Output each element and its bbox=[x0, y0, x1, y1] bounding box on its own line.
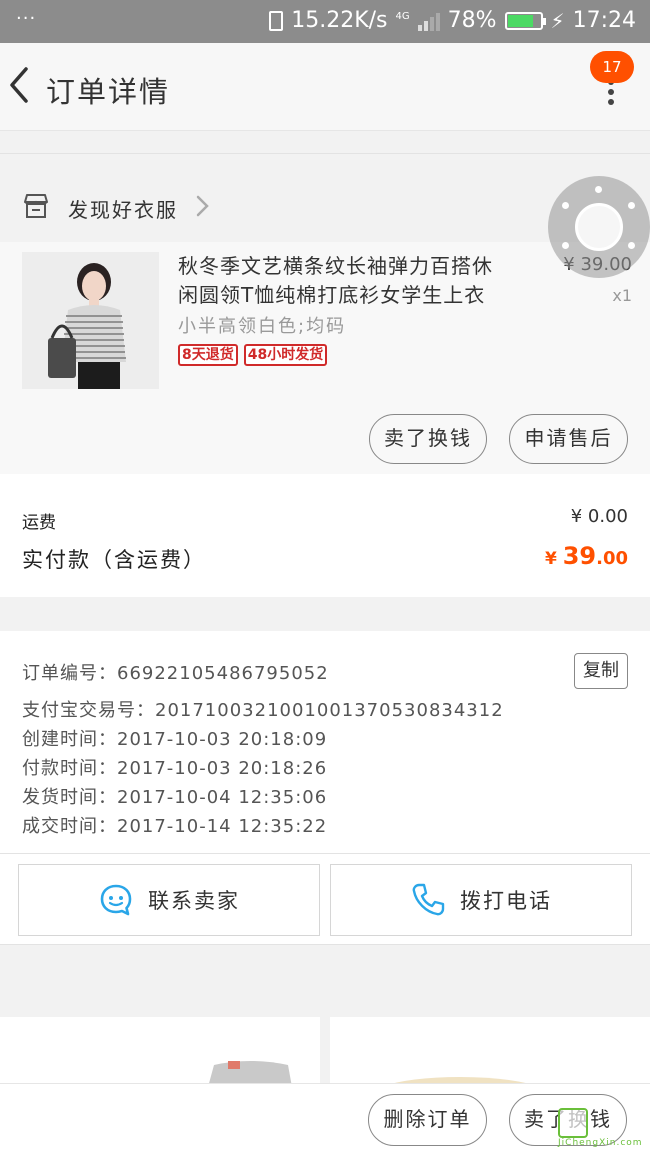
spacer bbox=[0, 131, 650, 153]
product-title-line1: 秋冬季文艺横条纹长袖弹力百搭休 bbox=[178, 254, 493, 278]
more-menu-icon[interactable] bbox=[606, 79, 616, 111]
battery-icon bbox=[504, 11, 546, 30]
alipay-number: 支付宝交易号：2017100321001001370530834312 bbox=[22, 700, 504, 721]
shipping-label: 运费 bbox=[22, 513, 56, 533]
back-arrow-icon[interactable] bbox=[6, 63, 36, 107]
page-title: 订单详情 bbox=[46, 75, 171, 109]
delete-order-button[interactable]: 删除订单 bbox=[368, 1094, 487, 1146]
paid-decimal: .00 bbox=[596, 548, 628, 569]
sell-button[interactable]: 卖了换钱 bbox=[369, 414, 487, 464]
product-sku: 小半高领白色;均码 bbox=[178, 316, 347, 337]
created-time: 创建时间：2017-10-03 20:18:09 bbox=[22, 729, 328, 750]
charging-icon: ⚡ bbox=[550, 8, 565, 33]
call-label: 拨打电话 bbox=[460, 889, 552, 913]
product-image[interactable] bbox=[22, 252, 159, 389]
paid-time: 付款时间：2017-10-03 20:18:26 bbox=[22, 758, 328, 779]
product-title[interactable]: 秋冬季文艺横条纹长袖弹力百搭休 闲圆领T恤纯棉打底衫女学生上衣 bbox=[178, 252, 518, 310]
paid-currency: ¥ bbox=[544, 549, 563, 569]
contact-bar: 联系卖家 拨打电话 bbox=[0, 853, 650, 945]
clock: 17:24 bbox=[572, 8, 636, 33]
recommend-card[interactable] bbox=[330, 1017, 650, 1087]
shop-icon bbox=[24, 194, 48, 218]
network-speed: 15.22K/s bbox=[291, 8, 388, 33]
paid-amount: ¥ 39.00 bbox=[545, 542, 628, 570]
chevron-right-icon bbox=[196, 195, 209, 217]
watermark-logo: JiChengXin.com bbox=[530, 1104, 646, 1154]
vibrate-icon bbox=[269, 10, 284, 31]
status-bar: ··· 15.22K/s 4G 78% ⚡ 17:24 bbox=[0, 0, 650, 43]
shipping-value: ¥ 0.00 bbox=[570, 506, 628, 527]
watermark-text: JiChengXin.com bbox=[558, 1138, 643, 1148]
status-right: 15.22K/s 4G 78% ⚡ 17:24 bbox=[269, 8, 636, 33]
tag-shipping: 48小时发货 bbox=[243, 344, 328, 366]
divider bbox=[0, 153, 650, 154]
paid-integer: 39 bbox=[562, 542, 597, 570]
product-quantity: x1 bbox=[612, 286, 632, 305]
chat-bubble-icon bbox=[100, 884, 132, 916]
copy-button[interactable]: 复制 bbox=[574, 653, 628, 689]
contact-seller-label: 联系卖家 bbox=[148, 889, 240, 913]
shipped-time: 发货时间：2017-10-04 12:35:06 bbox=[22, 787, 328, 808]
network-type: 4G bbox=[395, 10, 410, 22]
order-info: 订单编号：66922105486795052 复制 支付宝交易号：2017100… bbox=[0, 631, 650, 853]
assistive-ring-icon bbox=[575, 203, 623, 251]
product-title-line2: 闲圆领T恤纯棉打底衫女学生上衣 bbox=[178, 283, 486, 307]
notification-badge: 17 bbox=[590, 51, 634, 83]
tag-return: 8天退货 bbox=[178, 344, 238, 366]
watermark-icon bbox=[558, 1108, 588, 1138]
recommendations bbox=[0, 945, 650, 1087]
battery-percent: 78% bbox=[447, 8, 497, 33]
header: 订单详情 17 bbox=[0, 43, 650, 131]
phone-icon bbox=[412, 883, 445, 916]
order-totals: 运费 ¥ 0.00 实付款（含运费） ¥ 39.00 bbox=[0, 474, 650, 597]
shop-name[interactable]: 发现好衣服 bbox=[68, 194, 178, 223]
product-card[interactable]: 秋冬季文艺横条纹长袖弹力百搭休 闲圆领T恤纯棉打底衫女学生上衣 小半高领白色;均… bbox=[0, 242, 650, 474]
product-tags: 8天退货 48小时发货 bbox=[178, 344, 328, 366]
spacer bbox=[0, 597, 650, 631]
contact-seller-button[interactable]: 联系卖家 bbox=[18, 864, 320, 936]
recommend-card[interactable] bbox=[0, 1017, 320, 1087]
order-number: 订单编号：66922105486795052 bbox=[22, 663, 329, 684]
assistive-touch-button[interactable] bbox=[548, 176, 650, 278]
after-sale-button[interactable]: 申请售后 bbox=[509, 414, 628, 464]
completed-time: 成交时间：2017-10-14 12:35:22 bbox=[22, 816, 328, 837]
call-button[interactable]: 拨打电话 bbox=[330, 864, 632, 936]
paid-label: 实付款（含运费） bbox=[22, 548, 206, 572]
signal-icon bbox=[417, 11, 440, 31]
status-dots: ··· bbox=[16, 8, 37, 29]
